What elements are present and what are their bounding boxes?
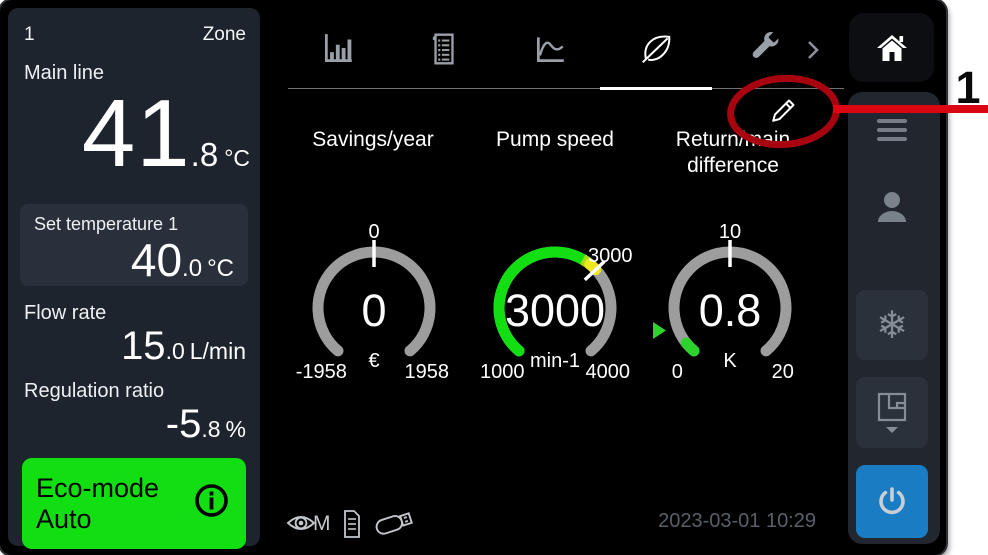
tab-trends[interactable] — [532, 31, 568, 67]
regulation-ratio-unit: % — [226, 416, 246, 442]
pencil-icon — [765, 90, 803, 128]
tab-statistics[interactable] — [320, 31, 356, 67]
annotation-label: 1 — [948, 62, 988, 114]
user-icon — [872, 188, 912, 228]
flow-rate-unit: L/min — [190, 338, 246, 364]
zone-header: 1 Zone — [24, 24, 246, 46]
tab-report[interactable] — [426, 31, 462, 67]
eco-mode-button[interactable]: Eco-mode Auto — [22, 458, 246, 549]
gauge-savings: 0 -1958 1958 0 € — [289, 220, 459, 395]
menu-button[interactable] — [877, 119, 907, 143]
user-button[interactable] — [872, 188, 912, 228]
main-line-value-int: 41 — [82, 80, 191, 187]
set-temperature-value: 40.0°C — [34, 237, 234, 283]
regulation-ratio-label: Regulation ratio — [24, 380, 164, 403]
regulation-ratio-value-dec: .8 — [201, 416, 220, 442]
snowflake-icon: ❄ — [876, 303, 908, 348]
set-temperature-card[interactable]: Set temperature 1 40.0°C — [20, 204, 248, 286]
svg-text:4000: 4000 — [585, 361, 630, 383]
zone-type-label: Zone — [203, 24, 246, 46]
main-line-value: 41.8°C — [8, 86, 250, 182]
flow-rate-value-int: 15 — [121, 324, 166, 368]
svg-text:0.8: 0.8 — [699, 285, 762, 336]
menu-icon-bar — [877, 128, 907, 132]
regulation-ratio-value: -5.8% — [166, 404, 246, 444]
zone-layout-button[interactable] — [856, 377, 928, 448]
tab-more-button[interactable] — [804, 38, 822, 62]
svg-text:1000: 1000 — [480, 361, 525, 383]
svg-text:K: K — [723, 350, 737, 372]
gauge-title-pump-speed: Pump speed — [468, 127, 642, 153]
usb-drive-icon — [372, 506, 418, 545]
tabbar-divider — [288, 88, 844, 89]
tab-eco[interactable] — [638, 31, 674, 67]
flow-rate-label: Flow rate — [24, 302, 106, 325]
controller-screen: 1 Zone Main line 41.8°C Set temperature … — [0, 0, 946, 555]
sidebar: ❄ — [848, 92, 940, 544]
menu-icon — [877, 119, 907, 123]
flow-rate-value-dec: .0 — [166, 338, 185, 364]
info-icon[interactable] — [193, 482, 230, 526]
menu-icon-bar — [877, 137, 907, 141]
set-temperature-value-dec: .0 — [182, 255, 202, 282]
svg-text:min-1: min-1 — [530, 350, 580, 372]
set-temperature-label: Set temperature 1 — [34, 214, 234, 235]
regulation-ratio-value-int: -5 — [166, 402, 202, 446]
page: 1 Zone Main line 41.8°C Set temperature … — [0, 0, 988, 555]
zone-number: 1 — [24, 24, 35, 46]
main-line-value-dec: .8 — [191, 136, 219, 173]
svg-text:0: 0 — [368, 221, 379, 243]
active-tab-indicator — [600, 87, 712, 90]
power-button[interactable] — [856, 465, 928, 538]
power-icon — [875, 485, 909, 519]
zone-panel: 1 Zone Main line 41.8°C Set temperature … — [8, 8, 260, 546]
home-button[interactable] — [849, 13, 934, 82]
wrench-icon — [747, 31, 783, 67]
eco-leaf-icon — [638, 31, 674, 67]
svg-text:20: 20 — [772, 361, 794, 383]
bar-chart-icon — [320, 31, 356, 67]
svg-text:€: € — [368, 350, 379, 372]
tab-service[interactable] — [747, 31, 783, 67]
trend-chart-icon — [532, 31, 568, 67]
defrost-button[interactable]: ❄ — [856, 290, 928, 360]
flow-rate-value: 15.0L/min — [121, 326, 246, 366]
svg-text:10: 10 — [719, 221, 741, 243]
report-icon — [426, 31, 462, 67]
chevron-down-icon — [885, 426, 899, 434]
monitoring-eye-icon — [286, 512, 316, 539]
zone-layout-icon — [876, 391, 908, 423]
edit-button[interactable] — [765, 90, 803, 128]
svg-text:0: 0 — [361, 285, 386, 336]
svg-text:1958: 1958 — [404, 361, 449, 383]
home-icon — [874, 33, 910, 63]
svg-text:3000: 3000 — [505, 285, 605, 336]
datetime: 2023-03-01 10:29 — [640, 510, 816, 533]
gauge-pump-speed: 3000 1000 4000 3000 min-1 — [470, 220, 640, 395]
svg-text:0: 0 — [672, 361, 683, 383]
mode-indicator: M — [313, 512, 331, 536]
svg-text:-1958: -1958 — [296, 361, 347, 383]
gauge-return-difference: 10 0 20 0.8 K — [645, 220, 815, 395]
set-temperature-unit: °C — [207, 255, 234, 282]
set-temperature-value-int: 40 — [131, 234, 182, 286]
eco-mode-label: Eco-mode Auto — [36, 473, 193, 535]
chevron-right-icon — [804, 38, 822, 62]
gauge-title-savings: Savings/year — [290, 127, 456, 153]
sd-card-icon — [342, 509, 362, 544]
gauge-title-return-difference: Return/main difference — [658, 127, 808, 179]
main-line-unit: °C — [224, 145, 250, 171]
svg-text:3000: 3000 — [588, 245, 633, 267]
